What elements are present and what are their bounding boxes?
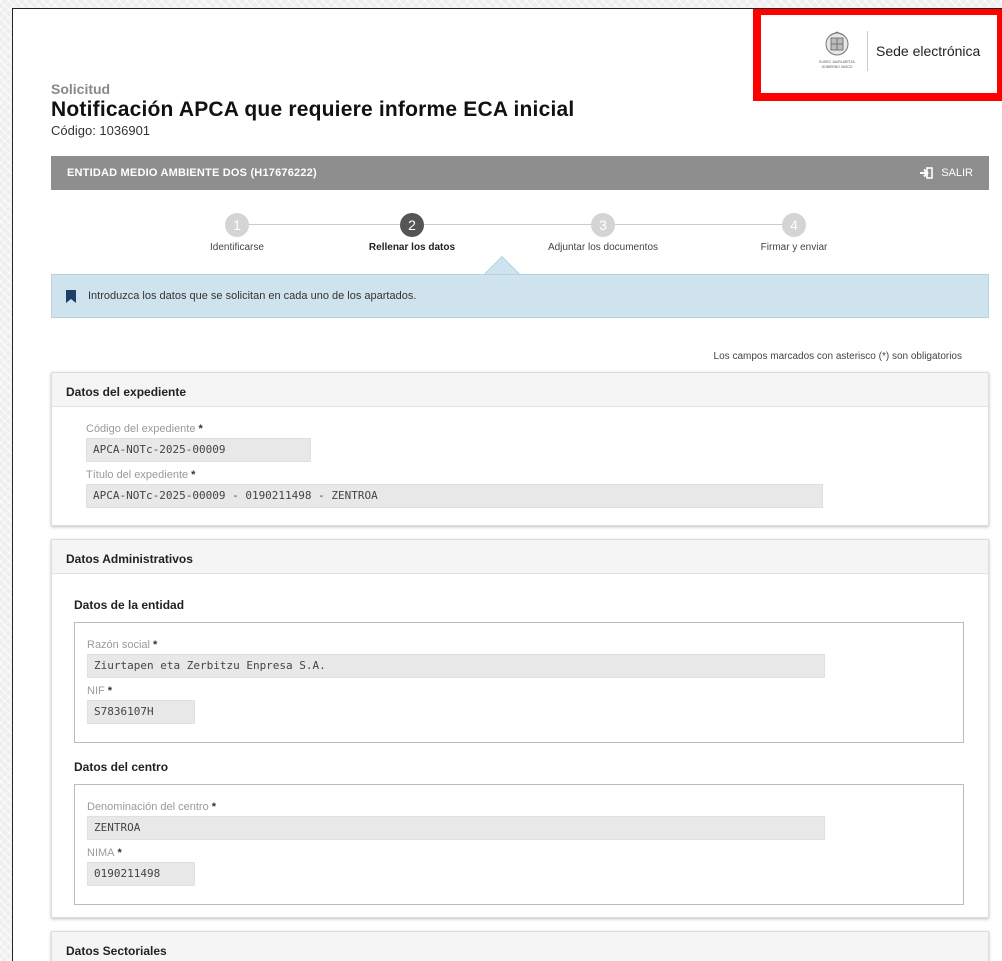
nima-input[interactable]: 0190211498 bbox=[87, 862, 195, 886]
seal-caption-2: GOBIERNO VASCO bbox=[822, 65, 853, 69]
codigo-expediente-input[interactable]: APCA-NOTc-2025-00009 bbox=[86, 438, 311, 462]
procedure-code: Código: 1036901 bbox=[51, 123, 151, 138]
sign-out-icon bbox=[920, 167, 934, 179]
step-number: 4 bbox=[782, 213, 806, 237]
step-number: 2 bbox=[400, 213, 424, 237]
step-label: Identificarse bbox=[210, 242, 264, 253]
step-identificarse: 1 Identificarse bbox=[162, 213, 312, 253]
fieldset-datos-centro: Denominación del centro * ZENTROA NIMA * 0… bbox=[74, 784, 964, 905]
field-denominacion-centro: Denominación del centro * ZENTROA bbox=[87, 801, 825, 840]
logout-label: SALIR bbox=[941, 167, 973, 179]
fieldset-datos-entidad: Razón social * Ziurtapen eta Zerbitzu Enp… bbox=[74, 622, 964, 743]
bookmark-icon bbox=[66, 289, 76, 303]
required-marker: * bbox=[117, 847, 122, 859]
page-header: Solicitud Notificación APCA que requiere… bbox=[51, 81, 574, 138]
field-nif: NIF * S7836107H bbox=[87, 685, 195, 724]
required-marker: * bbox=[211, 801, 216, 813]
nif-input[interactable]: S7836107H bbox=[87, 700, 195, 724]
field-label: NIF bbox=[87, 685, 105, 697]
sede-divider bbox=[867, 31, 868, 71]
progress-stepper: 1 Identificarse 2 Rellenar los datos 3 A… bbox=[51, 205, 989, 275]
step-firmar-enviar: 4 Firmar y enviar bbox=[719, 213, 869, 253]
field-codigo-expediente: Código del expediente * APCA-NOTc-2025-00… bbox=[86, 423, 311, 462]
step-adjuntar-documentos: 3 Adjuntar los documentos bbox=[528, 213, 678, 253]
page-kicker: Solicitud bbox=[51, 81, 111, 97]
panel-title: Datos Sectoriales bbox=[52, 932, 988, 961]
step-number: 1 bbox=[225, 213, 249, 237]
entity-name: ENTIDAD MEDIO AMBIENTE DOS (H17676222) bbox=[67, 167, 317, 179]
step-label: Rellenar los datos bbox=[368, 242, 456, 253]
stepper-connector bbox=[237, 224, 785, 225]
step-pointer bbox=[485, 257, 519, 274]
field-titulo-expediente: Título del expediente * APCA-NOTc-2025-00… bbox=[86, 469, 823, 508]
info-message-text: Introduzca los datos que se solicitan en… bbox=[88, 290, 417, 302]
subsection-title-centro: Datos del centro bbox=[74, 760, 169, 774]
entity-bar: ENTIDAD MEDIO AMBIENTE DOS (H17676222) S… bbox=[51, 156, 989, 190]
field-label: Código del expediente bbox=[86, 423, 196, 435]
required-marker: * bbox=[191, 469, 196, 481]
field-label: NIMA bbox=[87, 847, 115, 859]
required-marker: * bbox=[198, 423, 203, 435]
field-nima: NIMA * 0190211498 bbox=[87, 847, 195, 886]
logout-button[interactable]: SALIR bbox=[919, 167, 973, 179]
titulo-expediente-input[interactable]: APCA-NOTc-2025-00009 - 0190211498 - ZENT… bbox=[86, 484, 823, 508]
panel-datos-administrativos: Datos Administrativos Datos de la entida… bbox=[51, 539, 989, 918]
panel-datos-expediente: Datos del expediente Código del expedien… bbox=[51, 372, 989, 526]
page: EUSKO JAURLARITZA GOBIERNO VASCO Sede el… bbox=[12, 8, 1002, 961]
field-label: Razón social bbox=[87, 639, 150, 651]
panel-title: Datos del expediente bbox=[52, 373, 988, 407]
required-fields-note: Los campos marcados con asterisco (*) so… bbox=[713, 351, 962, 362]
panel-datos-sectoriales: Datos Sectoriales bbox=[51, 931, 989, 961]
panel-title: Datos Administrativos bbox=[52, 540, 988, 574]
sede-electronica-label: Sede electrónica bbox=[876, 43, 981, 59]
required-marker: * bbox=[107, 685, 113, 697]
field-razon-social: Razón social * Ziurtapen eta Zerbitzu Enp… bbox=[87, 639, 825, 678]
field-label: Denominación del centro bbox=[87, 801, 209, 813]
sede-electronica-link[interactable]: EUSKO JAURLARITZA GOBIERNO VASCO Sede el… bbox=[813, 31, 980, 71]
step-number: 3 bbox=[591, 213, 615, 237]
required-marker: * bbox=[152, 639, 158, 651]
razon-social-input[interactable]: Ziurtapen eta Zerbitzu Enpresa S.A. bbox=[87, 654, 825, 678]
step-label: Firmar y enviar bbox=[760, 242, 828, 253]
subsection-title-entidad: Datos de la entidad bbox=[74, 598, 185, 612]
step-rellenar-datos: 2 Rellenar los datos bbox=[337, 213, 487, 253]
step-label: Adjuntar los documentos bbox=[547, 242, 659, 253]
seal-caption-1: EUSKO JAURLARITZA bbox=[819, 60, 855, 64]
sede-electronica-highlight: EUSKO JAURLARITZA GOBIERNO VASCO Sede el… bbox=[753, 9, 1002, 101]
info-message: Introduzca los datos que se solicitan en… bbox=[51, 274, 989, 318]
field-label: Título del expediente bbox=[86, 469, 189, 481]
page-title: Notificación APCA que requiere informe E… bbox=[51, 98, 575, 121]
gobierno-vasco-seal-icon: EUSKO JAURLARITZA GOBIERNO VASCO bbox=[813, 31, 861, 71]
denominacion-centro-input[interactable]: ZENTROA bbox=[87, 816, 825, 840]
